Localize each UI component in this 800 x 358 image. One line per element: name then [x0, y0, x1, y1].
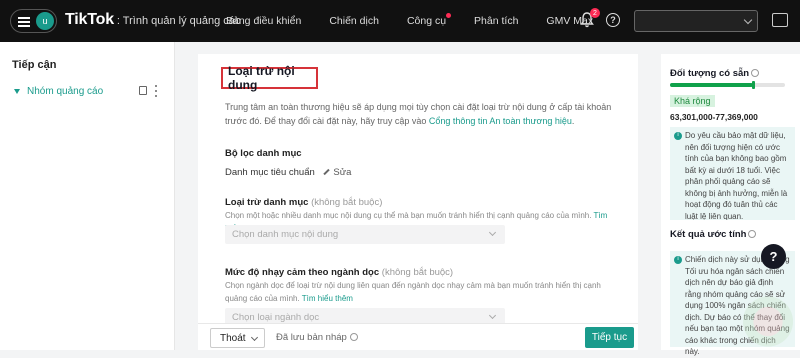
draft-label: Đã lưu bản nháp — [276, 332, 347, 343]
optional-label: (không bắt buộc) — [381, 267, 454, 278]
estimate-title: Kết quả ước tính — [670, 229, 747, 240]
pencil-icon — [323, 169, 331, 176]
category-placeholder: Chọn danh mục nội dung — [232, 229, 339, 240]
hamburger-icon — [18, 16, 30, 27]
brand-logo[interactable]: TikTok : Trình quản lý quảng cáo — [65, 11, 241, 29]
category-label: Loại trừ danh mục — [225, 197, 309, 208]
sidebar-item-ad-group[interactable]: Nhóm quảng cáo — [0, 80, 175, 102]
nav-tools-label: Công cụ — [406, 15, 447, 27]
info-icon[interactable] — [748, 230, 757, 239]
avatar[interactable]: u — [36, 12, 54, 30]
sensitivity-help-text: Chọn ngành dọc để loại trừ nội dung liên… — [225, 281, 601, 303]
nav-campaign[interactable]: Chiến dịch — [329, 15, 379, 27]
info-icon: i — [674, 256, 682, 264]
sidebar-item-label: Nhóm quảng cáo — [27, 85, 104, 97]
info-icon: i — [674, 132, 682, 140]
continue-button[interactable]: Tiếp tục — [585, 327, 634, 348]
brand-name: TikTok — [65, 11, 114, 28]
notification-dot — [446, 13, 452, 18]
content-exclusion-card: Loại trừ nội dung Trung tâm an toàn thươ… — [198, 54, 638, 328]
top-bar: u TikTok : Trình quản lý quảng cáo Bảng … — [0, 0, 800, 42]
estimate-title-row: Kết quả ước tính — [670, 229, 757, 240]
category-heading: Loại trừ danh mục (không bắt buộc) — [225, 197, 382, 208]
intro-text: Trung tâm an toàn thương hiệu sẽ áp dụng… — [225, 100, 617, 128]
footer-bar: Thoát Đã lưu bản nháp Tiếp tục — [198, 323, 638, 350]
sensitivity-placeholder: Chọn loại ngành dọc — [232, 312, 320, 323]
sidebar: Tiếp cận Nhóm quảng cáo — [0, 42, 175, 350]
chevron-down-icon — [488, 228, 497, 237]
audience-size-bar — [670, 81, 785, 89]
caret-down-icon[interactable] — [14, 88, 20, 94]
chevron-down-icon — [488, 311, 497, 320]
chevron-down-icon — [250, 333, 259, 342]
filter-value: Danh mục tiêu chuẩn — [225, 167, 315, 178]
brand-suffix: : Trình quản lý quảng cáo — [116, 15, 242, 27]
nav-analytics[interactable]: Phân tích — [474, 15, 518, 27]
info-icon[interactable] — [751, 69, 760, 78]
copy-icon[interactable] — [139, 86, 147, 95]
help-icon[interactable]: ? — [606, 13, 620, 27]
category-select[interactable]: Chọn danh mục nội dung — [225, 225, 505, 244]
chevron-down-icon — [743, 15, 753, 25]
learn-more-link[interactable]: Tìm hiểu thêm — [302, 294, 353, 303]
audience-note-text: Do yêu cầu bảo mật dữ liệu, nên đối tượn… — [685, 131, 788, 221]
more-icon[interactable] — [155, 85, 158, 97]
sensitivity-help: Chọn ngành dọc để loại trừ nội dung liên… — [225, 279, 610, 305]
audience-title-row: Đối tượng có sẵn — [670, 68, 760, 79]
audience-title: Đối tượng có sẵn — [670, 68, 750, 79]
audience-size-fill — [670, 83, 753, 87]
floating-help-button[interactable]: ? — [761, 244, 786, 269]
audience-size-tag: Khá rộng — [670, 95, 715, 107]
watermark-logo — [738, 293, 798, 350]
main-nav: Bảng điều khiển Chiến dịch Công cụ Phân … — [226, 0, 621, 42]
nav-dashboard[interactable]: Bảng điều khiển — [226, 15, 301, 27]
exit-button[interactable]: Thoát — [210, 328, 265, 348]
draft-status: Đã lưu bản nháp — [276, 332, 358, 343]
intro-end: . — [571, 116, 575, 126]
menu-button[interactable]: u — [10, 9, 57, 33]
section-title: Loại trừ nội dung — [221, 64, 318, 92]
nav-tools[interactable]: Công cụ — [406, 13, 452, 27]
notification-badge: 2 — [590, 8, 600, 18]
audience-range: 63,301,000-77,369,000 — [670, 112, 758, 122]
brand-safety-link[interactable]: Cổng thông tin An toàn thương hiệu — [429, 116, 572, 126]
sensitivity-heading: Mức độ nhạy cảm theo ngành dọc (không bắ… — [225, 267, 453, 278]
exit-label: Thoát — [220, 332, 246, 344]
info-icon[interactable] — [349, 333, 358, 342]
audience-size-marker — [751, 81, 755, 89]
sensitivity-label: Mức độ nhạy cảm theo ngành dọc — [225, 267, 380, 278]
filter-heading: Bộ lọc danh mục — [225, 148, 302, 159]
sidebar-title: Tiếp cận — [12, 59, 57, 71]
edit-button[interactable]: Sửa — [323, 167, 351, 178]
edit-label: Sửa — [333, 167, 352, 178]
optional-label: (không bắt buộc) — [311, 197, 383, 208]
filter-value-row: Danh mục tiêu chuẩn Sửa — [225, 167, 351, 178]
store-icon[interactable] — [772, 13, 788, 27]
account-selector[interactable] — [634, 10, 758, 32]
category-help-text: Chọn một hoặc nhiều danh mục nội dung cụ… — [225, 211, 594, 220]
